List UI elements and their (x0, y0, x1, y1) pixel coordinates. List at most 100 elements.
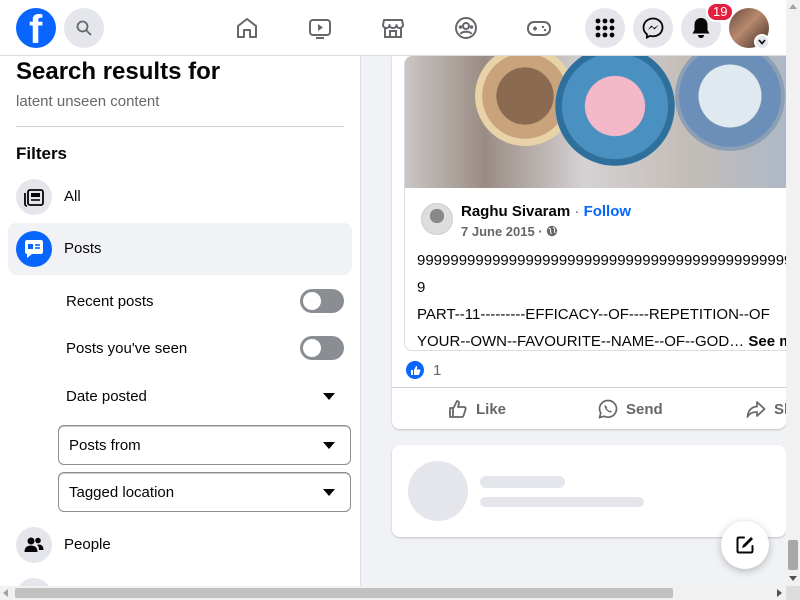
post-card: Raghu Sivaram · Follow 7 June 2015 · 999… (392, 56, 786, 429)
share-label: Share (774, 400, 786, 418)
scroll-up-arrow[interactable] (789, 4, 797, 9)
page-title: Search results for (16, 58, 221, 85)
messenger-button[interactable] (633, 8, 673, 48)
filter-posts[interactable]: Posts (8, 223, 352, 275)
people-icon (24, 537, 44, 552)
posts-icon-wrap (16, 231, 52, 267)
new-message-button[interactable] (721, 521, 769, 569)
scroll-right-arrow[interactable] (777, 589, 782, 597)
post-text-line: 9999999999999999999999999999999999999999… (417, 252, 786, 269)
like-reaction-icon (406, 361, 424, 379)
post-actions: Like Send Share (392, 387, 786, 429)
filter-all-label: All (64, 188, 81, 205)
placeholder-line (480, 497, 644, 507)
people-icon-wrap (16, 527, 52, 563)
tagged-location-select[interactable]: Tagged location (58, 472, 351, 512)
compose-icon (736, 536, 754, 554)
posts-icon (25, 240, 43, 258)
messenger-icon (642, 17, 664, 39)
post-text-line: YOUR--OWN--FAVOURITE--NAME--OF--GOD… See… (417, 328, 786, 350)
shared-post[interactable]: Raghu Sivaram · Follow 7 June 2015 · 999… (404, 56, 786, 351)
next-filter-icon (16, 578, 52, 586)
placeholder-line (480, 476, 565, 488)
loading-placeholder-card (392, 445, 786, 537)
reaction-summary[interactable]: 1 (406, 361, 441, 379)
filter-people-label: People (64, 536, 111, 553)
nav-home[interactable] (233, 14, 261, 42)
caret-down-icon (323, 442, 335, 449)
filters-heading: Filters (16, 144, 68, 163)
send-button[interactable]: Send (598, 399, 663, 419)
gaming-icon (527, 21, 551, 36)
post-text-line: 9 (417, 279, 426, 296)
follow-link[interactable]: Follow (584, 203, 632, 220)
placeholder-avatar (408, 461, 468, 521)
author-name[interactable]: Raghu Sivaram (461, 203, 570, 220)
marketplace-icon (382, 19, 404, 38)
nav-groups[interactable] (452, 14, 480, 42)
scroll-left-arrow[interactable] (3, 589, 8, 597)
vertical-scrollbar[interactable] (786, 0, 800, 586)
nav-gaming[interactable] (525, 14, 553, 42)
shared-post-image (405, 56, 786, 188)
share-button[interactable]: Share (746, 399, 786, 419)
thumbs-up-icon (449, 400, 467, 418)
like-label: Like (476, 400, 507, 418)
posts-seen-label: Posts you've seen (66, 340, 188, 357)
menu-button[interactable] (585, 8, 625, 48)
feed-icon-wrap (16, 179, 52, 215)
posts-from-select[interactable]: Posts from (58, 425, 351, 465)
image-medallion (675, 56, 785, 151)
menu-grid-icon (595, 18, 615, 38)
separator: · (570, 203, 584, 220)
posts-from-label: Posts from (69, 437, 141, 454)
see-more-link[interactable]: See more (748, 333, 786, 350)
search-button[interactable] (64, 8, 104, 48)
recent-posts-toggle[interactable] (300, 289, 344, 313)
post-text-fragment: YOUR--OWN--FAVOURITE--NAME--OF--GOD… (417, 333, 749, 350)
facebook-logo[interactable]: f (16, 8, 56, 48)
nav-video[interactable] (306, 14, 334, 42)
filter-all[interactable]: All (8, 171, 352, 223)
recent-posts-label: Recent posts (66, 293, 154, 310)
post-text: 9999999999999999999999999999999999999999… (417, 247, 786, 350)
post-text-line: PART--11---------EFFICACY--OF----REPETIT… (417, 306, 770, 323)
author-line: Raghu Sivaram · Follow (461, 203, 631, 220)
search-query: latent unseen content (16, 93, 160, 110)
date-posted-dropdown[interactable]: Date posted (66, 388, 147, 405)
feed-icon (24, 189, 44, 207)
divider (16, 126, 344, 127)
scroll-down-arrow[interactable] (789, 576, 797, 581)
author-avatar[interactable] (421, 203, 453, 235)
home-icon (237, 18, 257, 38)
toggle-knob (303, 339, 321, 357)
posts-seen-toggle[interactable] (300, 336, 344, 360)
reaction-count: 1 (433, 361, 442, 379)
search-filters-panel: Search results for latent unseen content… (0, 56, 361, 586)
post-date-line: 7 June 2015 · (461, 224, 558, 239)
chevron-down-icon (758, 39, 766, 45)
scrollbar-corner (786, 586, 800, 600)
toggle-knob (303, 292, 321, 310)
horizontal-scrollbar[interactable] (0, 586, 786, 600)
scrollbar-thumb[interactable] (15, 588, 673, 598)
share-icon (746, 401, 766, 418)
search-icon (76, 20, 92, 36)
caret-down-icon[interactable] (323, 393, 335, 400)
bell-icon (692, 18, 710, 38)
like-button[interactable]: Like (448, 399, 506, 419)
caret-down-icon (323, 489, 335, 496)
groups-icon (455, 17, 477, 39)
tagged-location-label: Tagged location (69, 484, 175, 501)
nav-marketplace[interactable] (379, 14, 407, 42)
filter-posts-label: Posts (64, 240, 102, 257)
filter-people[interactable]: People (8, 519, 352, 571)
send-label: Send (626, 400, 663, 418)
whatsapp-icon (598, 399, 618, 419)
video-icon (309, 19, 331, 39)
post-date[interactable]: 7 June 2015 · (461, 224, 543, 239)
image-medallion (555, 56, 675, 166)
scrollbar-thumb[interactable] (788, 540, 798, 570)
top-navigation-bar: f 19 (0, 0, 786, 56)
account-chevron[interactable] (754, 34, 770, 50)
